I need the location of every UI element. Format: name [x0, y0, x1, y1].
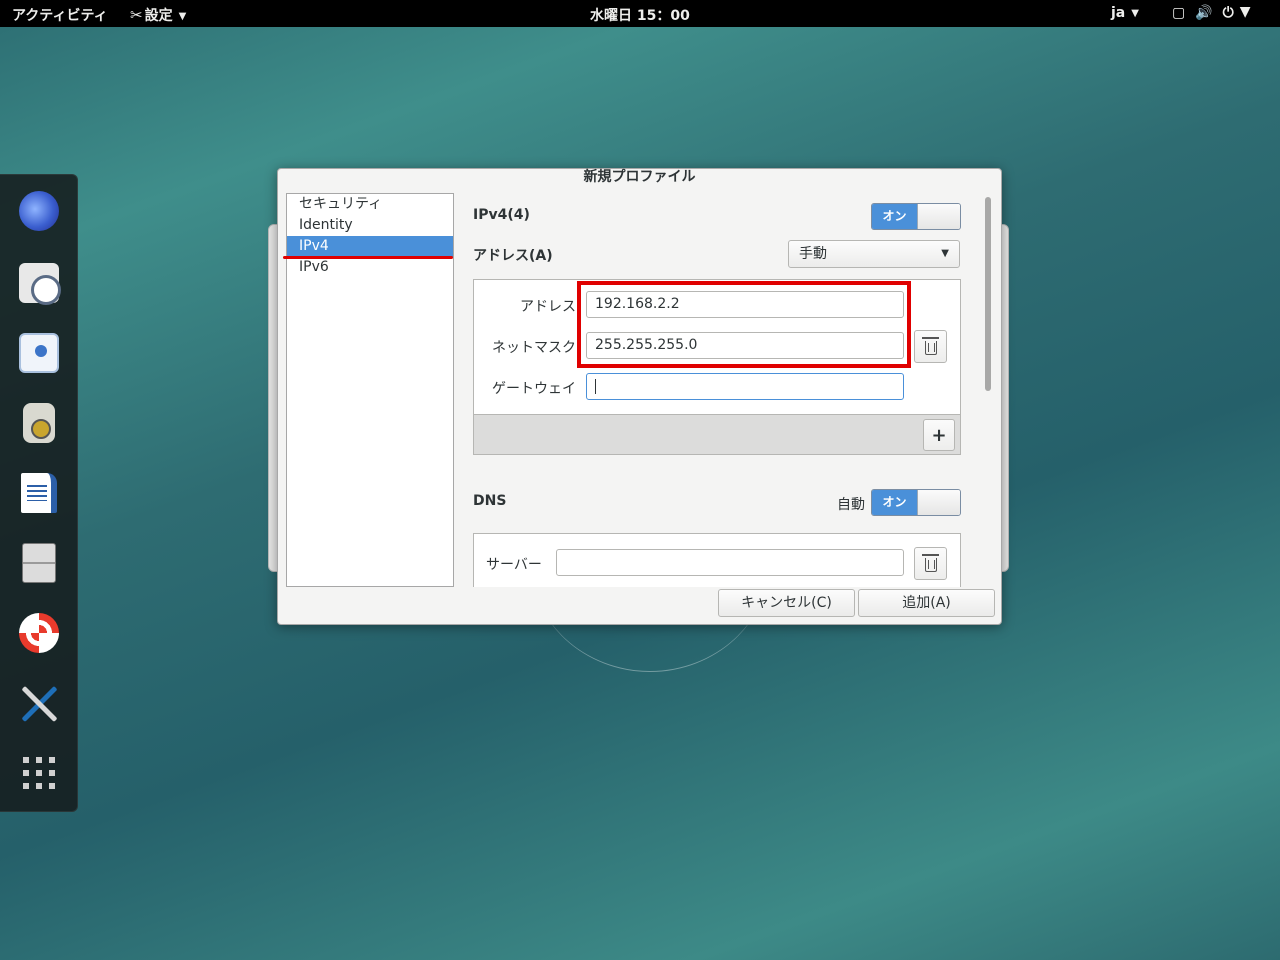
show-apps-button[interactable]	[17, 751, 61, 795]
address-toolbar: +	[474, 414, 960, 454]
dns-title: DNS	[473, 493, 507, 509]
dash-app-settings[interactable]	[17, 681, 61, 725]
screen-icon: ▢	[1172, 5, 1186, 21]
dash-app-mail-clock[interactable]	[17, 261, 61, 305]
method-dropdown[interactable]: 手動 ▼	[788, 240, 960, 268]
app-menu-label: 設定	[144, 8, 173, 24]
activities-button[interactable]: アクティビティ	[12, 5, 108, 25]
clock-mail-icon	[19, 263, 61, 305]
chevron-down-icon: ▼	[1239, 4, 1251, 20]
chevron-down-icon: ▼	[178, 11, 187, 22]
switch-knob	[917, 490, 960, 515]
method-value: 手動	[799, 246, 827, 262]
chevron-down-icon: ▼	[941, 248, 949, 259]
music-player-icon	[23, 403, 55, 443]
scrollbar-thumb[interactable]	[985, 197, 991, 391]
power-icon: ⏻	[1222, 5, 1234, 21]
dash-app-chat[interactable]	[17, 331, 61, 375]
writer-icon	[21, 473, 57, 513]
sidebar-item-security[interactable]: セキュリティ	[287, 194, 453, 215]
delete-address-button[interactable]	[914, 330, 947, 363]
dash-app-writer[interactable]	[17, 471, 61, 515]
text-cursor	[595, 378, 596, 394]
dns-auto-label: 自動	[837, 497, 865, 513]
show-apps-icon	[23, 757, 55, 789]
dash-app-music[interactable]	[17, 401, 61, 445]
dash-app-evolution[interactable]	[17, 189, 61, 233]
add-address-button[interactable]: +	[923, 419, 955, 451]
volume-icon: 🔊	[1195, 5, 1213, 21]
dns-auto-switch[interactable]: オン	[871, 489, 961, 516]
dns-server-label: サーバー	[486, 557, 542, 573]
switch-on-label: オン	[872, 204, 917, 229]
help-icon	[19, 613, 59, 653]
clock[interactable]: 水曜日 15：00	[590, 5, 690, 25]
dash	[0, 174, 78, 812]
plus-icon: +	[931, 424, 947, 446]
annotation-highlight-box	[577, 281, 911, 368]
dialog-title: 新規プロファイル	[583, 169, 696, 185]
switch-knob	[917, 204, 960, 229]
settings-tools-icon	[19, 683, 59, 723]
sidebar: セキュリティ Identity IPv4 IPv6	[286, 193, 454, 587]
chevron-down-icon: ▼	[1131, 8, 1139, 19]
sidebar-item-identity[interactable]: Identity	[287, 215, 453, 236]
dns-frame: サーバー	[473, 533, 961, 587]
ipv4-settings-panel: IPv4(4) オン アドレス(A) 手動 ▼ アドレス 192.168.2.2…	[473, 193, 963, 587]
files-icon	[22, 543, 56, 583]
add-button[interactable]: 追加(A)	[858, 589, 995, 617]
sidebar-item-ipv6[interactable]: IPv6	[287, 257, 453, 278]
top-bar: アクティビティ ✂ 設定 ▼ 水曜日 15：00 ja ▼ ▢ 🔊 ⏻ ▼	[0, 0, 1280, 27]
switch-on-label: オン	[872, 490, 917, 515]
annotation-underline	[283, 256, 453, 259]
ipv4-switch[interactable]: オン	[871, 203, 961, 230]
evolution-icon	[19, 191, 59, 231]
new-profile-dialog: 新規プロファイル セキュリティ Identity IPv4 IPv6 IPv4(…	[277, 168, 1002, 625]
netmask-label: ネットマスク	[492, 340, 576, 356]
sidebar-item-ipv4[interactable]: IPv4	[287, 236, 453, 257]
input-language-menu[interactable]: ja ▼	[1111, 5, 1139, 21]
system-tray[interactable]: ▢ 🔊 ⏻ ▼	[1172, 4, 1261, 21]
dash-app-help[interactable]	[17, 611, 61, 655]
language-label: ja	[1111, 5, 1126, 21]
trash-icon	[921, 337, 939, 355]
dns-server-input[interactable]	[556, 549, 904, 576]
cancel-button[interactable]: キャンセル(C)	[718, 589, 855, 617]
address-label: アドレス	[520, 299, 576, 315]
chat-icon	[19, 333, 59, 373]
gateway-label: ゲートウェイ	[492, 381, 576, 397]
address-section-title: アドレス(A)	[473, 248, 553, 264]
app-menu[interactable]: ✂ 設定 ▼	[130, 5, 186, 25]
gateway-input[interactable]	[586, 373, 904, 400]
delete-dns-button[interactable]	[914, 547, 947, 580]
trash-icon	[921, 554, 939, 572]
ipv4-title: IPv4(4)	[473, 207, 530, 223]
wrench-icon: ✂	[130, 6, 143, 24]
dash-app-files[interactable]	[17, 541, 61, 585]
